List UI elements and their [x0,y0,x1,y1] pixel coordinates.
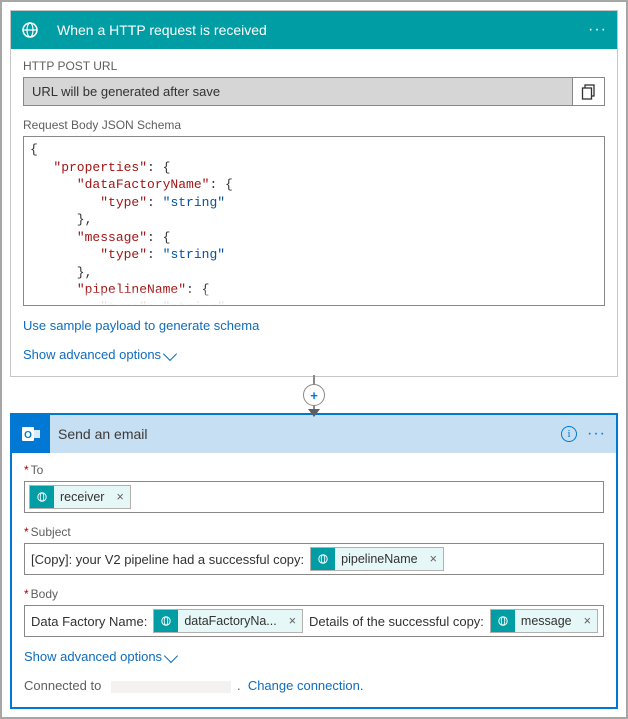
http-card-title: When a HTTP request is received [49,22,588,38]
http-advanced-label: Show advanced options [23,347,161,362]
http-card-menu-icon[interactable]: ··· [588,21,607,39]
token-remove-icon[interactable]: × [424,548,443,570]
info-icon[interactable]: i [561,426,577,442]
copy-url-button[interactable] [573,77,605,106]
subject-label: Subject [24,525,604,539]
connector: + [10,377,618,413]
body-label: Body [24,587,604,601]
add-step-button[interactable]: + [303,384,325,406]
to-input[interactable]: receiver × [24,481,604,513]
token-remove-icon[interactable]: × [283,610,302,632]
email-show-advanced-link[interactable]: Show advanced options [24,649,176,664]
chevron-down-icon [164,648,178,662]
to-label: To [24,463,604,477]
email-card-menu-icon[interactable]: ··· [587,425,606,443]
outlook-icon: O [12,415,50,453]
send-email-card: O Send an email i ··· To receiver × [10,413,618,709]
token-icon [311,548,335,570]
svg-text:O: O [24,430,32,441]
chevron-down-icon [163,346,177,360]
email-advanced-label: Show advanced options [24,649,162,664]
token-datafactoryname[interactable]: dataFactoryNa... × [153,609,303,633]
connected-to-label: Connected to [24,678,101,693]
body-text-2: Details of the successful copy: [307,614,486,629]
token-icon [154,610,178,632]
token-label: receiver [54,486,110,508]
token-remove-icon[interactable]: × [110,486,129,508]
http-url-field: URL will be generated after save [23,77,573,106]
body-input[interactable]: Data Factory Name: dataFactoryNa... × De… [24,605,604,637]
http-card-header[interactable]: When a HTTP request is received ··· [11,11,617,49]
token-remove-icon[interactable]: × [578,610,597,632]
http-request-icon [11,11,49,49]
token-label: pipelineName [335,548,423,570]
token-label: message [515,610,578,632]
body-text-1: Data Factory Name: [29,614,149,629]
schema-label: Request Body JSON Schema [23,118,605,132]
connected-account [111,681,231,693]
token-receiver[interactable]: receiver × [29,485,131,509]
http-show-advanced-link[interactable]: Show advanced options [23,347,175,362]
token-label: dataFactoryNa... [178,610,282,632]
http-url-label: HTTP POST URL [23,59,605,73]
change-connection-link[interactable]: Change connection. [248,678,364,693]
subject-input[interactable]: [Copy]: your V2 pipeline had a successfu… [24,543,604,575]
token-message[interactable]: message × [490,609,598,633]
email-card-header[interactable]: O Send an email i ··· [12,415,616,453]
email-card-title: Send an email [50,426,561,442]
arrow-down-icon [308,409,320,417]
subject-text: [Copy]: your V2 pipeline had a successfu… [29,552,306,567]
copy-icon [581,84,597,100]
token-icon [30,486,54,508]
token-icon [491,610,515,632]
http-trigger-card: When a HTTP request is received ··· HTTP… [10,10,618,377]
token-pipelinename[interactable]: pipelineName × [310,547,444,571]
connection-row: Connected to . Change connection. [24,678,604,693]
use-sample-payload-link[interactable]: Use sample payload to generate schema [23,318,259,333]
schema-textarea[interactable]: { "properties": { "dataFactoryName": { "… [23,136,605,306]
